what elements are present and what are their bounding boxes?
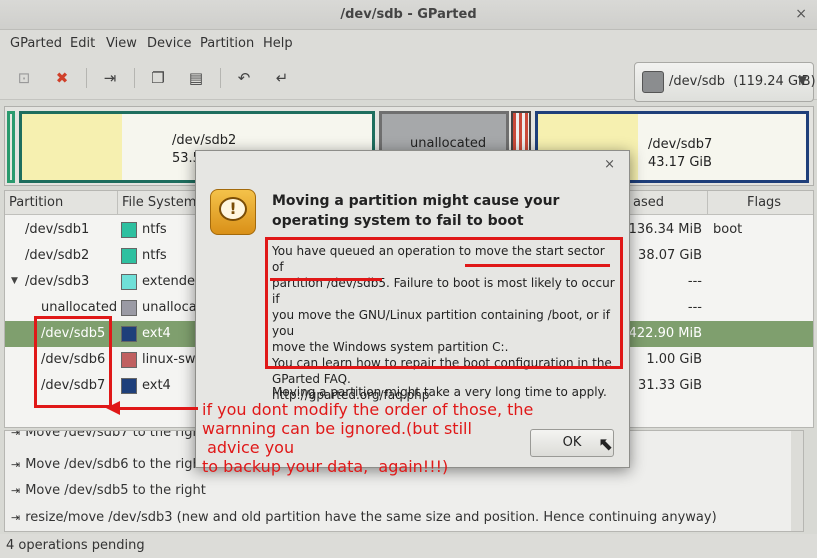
menu-partition[interactable]: Partition [200, 36, 254, 51]
annotation-underline-move-start [465, 264, 610, 267]
annotation-arrow-line [118, 407, 198, 410]
delete-icon[interactable]: ✖ [52, 68, 72, 88]
annotation-underline-partition [270, 278, 382, 281]
fs-color-swatch [121, 378, 137, 394]
fs-color-swatch [121, 274, 137, 290]
list-item[interactable]: ⇥ Move /dev/sdb6 to the right [11, 457, 206, 479]
device-selector[interactable]: /dev/sdb (119.24 GiB) ▼ [634, 62, 816, 102]
col-used[interactable]: ased [633, 195, 664, 210]
apply-icon[interactable]: ↵ [272, 68, 292, 88]
menu-gparted[interactable]: GParted [10, 36, 62, 51]
operation-arrow-icon: ⇥ [11, 458, 21, 471]
warning-icon: ! [210, 189, 256, 235]
resize-move-icon[interactable]: ⇥ [100, 68, 120, 88]
window-close-icon[interactable]: × [795, 6, 807, 22]
annotation-box-dialog-text [265, 237, 623, 369]
annotation-arrow-head [106, 401, 120, 415]
window-titlebar: /dev/sdb - GParted × [0, 0, 817, 30]
operation-arrow-icon: ⇥ [11, 511, 21, 524]
status-bar: 4 operations pending [0, 534, 817, 558]
paste-icon[interactable]: ▤ [186, 68, 206, 88]
new-icon[interactable]: ⊡ [14, 68, 34, 88]
status-text: 4 operations pending [6, 538, 145, 553]
fs-color-swatch [121, 326, 137, 342]
list-item[interactable]: ⇥ Move /dev/sdb7 to the right [11, 430, 206, 447]
annotation-text: if you dont modify the order of those, t… [202, 400, 534, 476]
copy-icon[interactable]: ❐ [148, 68, 168, 88]
diskmap-sdb7-size: 43.17 GiB [648, 155, 712, 170]
dialog-note: Moving a partition might take a very lon… [272, 385, 607, 399]
col-flags[interactable]: Flags [747, 195, 781, 210]
harddisk-icon [642, 71, 664, 93]
list-item[interactable]: ⇥ resize/move /dev/sdb3 (new and old part… [11, 510, 717, 531]
expander-triangle-icon[interactable]: ▼ [11, 276, 18, 286]
menu-edit[interactable]: Edit [70, 36, 95, 51]
operation-arrow-icon: ⇥ [11, 484, 21, 497]
fs-color-swatch [121, 300, 137, 316]
annotation-box-partitions [34, 316, 112, 408]
list-item[interactable]: ⇥ Move /dev/sdb5 to the right [11, 483, 206, 505]
undo-icon[interactable]: ↶ [234, 68, 254, 88]
menu-view[interactable]: View [106, 36, 137, 51]
fs-color-swatch [121, 248, 137, 264]
diskmap-sdb7-name: /dev/sdb7 [648, 137, 713, 152]
fs-color-swatch [121, 222, 137, 238]
mouse-cursor-icon: ⬉ [598, 434, 614, 455]
dialog-close-icon[interactable]: × [604, 157, 615, 172]
diskmap-sdb1[interactable] [7, 111, 15, 183]
menu-help[interactable]: Help [263, 36, 293, 51]
chevron-down-icon: ▼ [797, 73, 807, 87]
menubar: GParted Edit View Device Partition Help [0, 30, 817, 56]
diskmap-unallocated-label: unallocated [410, 136, 487, 151]
col-partition[interactable]: Partition [9, 195, 63, 210]
diskmap-sdb2-name: /dev/sdb2 [172, 133, 237, 148]
window-title: /dev/sdb - GParted [340, 7, 477, 22]
scrollbar[interactable] [791, 431, 803, 531]
fs-color-swatch [121, 352, 137, 368]
operation-arrow-icon: ⇥ [11, 430, 21, 439]
menu-device[interactable]: Device [147, 36, 191, 51]
dialog-heading: Moving a partition might cause your oper… [272, 193, 560, 229]
col-filesystem[interactable]: File System [122, 195, 196, 210]
device-label: /dev/sdb (119.24 GiB) [669, 74, 816, 89]
